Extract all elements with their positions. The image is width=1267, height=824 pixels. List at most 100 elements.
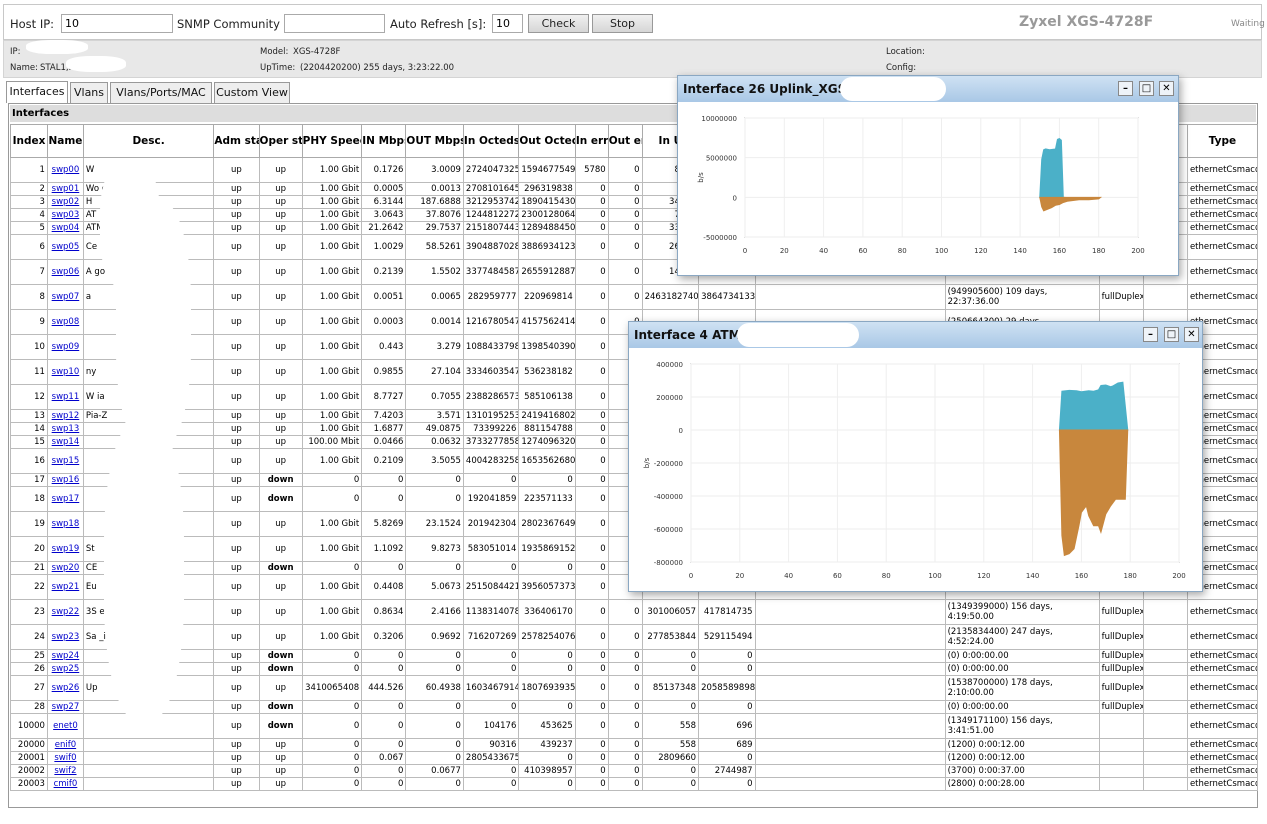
- interface-link[interactable]: swp18: [52, 519, 80, 529]
- cell-oper: down: [258, 486, 303, 512]
- chart-window-interface-4[interactable]: Interface 4 ATM – □ ✕ 0 20 40 60 80 100 120 140…: [628, 321, 1203, 592]
- interface-link[interactable]: swp23: [52, 632, 80, 642]
- interface-link[interactable]: swp04: [52, 223, 80, 233]
- interface-link[interactable]: swp00: [52, 165, 80, 175]
- interface-link[interactable]: swp21: [52, 582, 80, 592]
- interface-link[interactable]: swp24: [52, 651, 80, 661]
- cell-name: cmif0: [46, 777, 84, 791]
- interface-link[interactable]: swp17: [52, 494, 80, 504]
- interface-link[interactable]: swp27: [52, 702, 80, 712]
- close-icon[interactable]: ✕: [1184, 327, 1199, 342]
- auto-refresh-input[interactable]: [492, 14, 523, 33]
- cell-inerr: 0: [574, 221, 609, 235]
- interface-link[interactable]: swp07: [52, 292, 80, 302]
- interface-link[interactable]: swp11: [52, 392, 80, 402]
- interface-link[interactable]: cmif0: [54, 779, 78, 789]
- cell-name: swp20: [46, 561, 84, 575]
- cell-out: 0.0677: [405, 764, 464, 778]
- interface-link[interactable]: swp12: [52, 411, 80, 421]
- interface-link[interactable]: swp26: [52, 683, 80, 693]
- x-tick-label: 80: [898, 247, 907, 255]
- interface-link[interactable]: swp15: [52, 456, 80, 466]
- cell-outerr: 0: [607, 208, 643, 222]
- column-header-oper-stat[interactable]: Oper stat.: [258, 124, 303, 158]
- cell-speed: 1.00 Gbit: [301, 221, 363, 235]
- interface-link[interactable]: swif2: [54, 766, 76, 776]
- redaction-mark: [104, 420, 184, 720]
- column-header-adm-stat[interactable]: Adm stat.: [213, 124, 260, 158]
- interface-link[interactable]: swp01: [52, 184, 80, 194]
- interface-link[interactable]: swp03: [52, 210, 80, 220]
- cell-inerr: 0: [574, 448, 609, 474]
- cell-index: 18: [10, 486, 48, 512]
- column-header-desc[interactable]: Desc.: [82, 124, 215, 158]
- cell-inu: 301006057: [641, 599, 700, 625]
- window-title[interactable]: Interface 4 ATM: [629, 322, 1202, 348]
- column-header-phy-speed[interactable]: PHY Speed: [301, 124, 363, 158]
- cell-inerr: 0: [574, 649, 609, 663]
- interface-link[interactable]: swp02: [52, 197, 80, 207]
- cell-index: 2: [10, 182, 48, 196]
- interface-link[interactable]: swp14: [52, 437, 80, 447]
- column-header-in-err[interactable]: In err.: [574, 124, 609, 158]
- interface-link[interactable]: swp05: [52, 242, 80, 252]
- tab-vlans-ports-mac[interactable]: Vlans/Ports/MAC: [110, 82, 212, 103]
- column-header-type[interactable]: Type: [1186, 124, 1259, 158]
- interface-link[interactable]: swp13: [52, 424, 80, 434]
- interface-link[interactable]: swp09: [52, 342, 80, 352]
- model-value: XGS-4728F: [293, 47, 341, 57]
- column-header-out-octeds[interactable]: Out Octeds: [518, 124, 576, 158]
- tab-vlans[interactable]: Vlans: [70, 82, 108, 103]
- cell-duplex: [1098, 713, 1144, 739]
- column-header-name[interactable]: Name: [46, 124, 84, 158]
- stop-button[interactable]: Stop: [592, 14, 653, 33]
- maximize-icon[interactable]: □: [1139, 81, 1154, 96]
- interface-link[interactable]: swp10: [52, 367, 80, 377]
- check-button[interactable]: Check: [528, 14, 589, 33]
- interface-link[interactable]: swp20: [52, 563, 80, 573]
- cell-speed: 1.00 Gbit: [301, 157, 363, 183]
- cell-out: 9.8273: [405, 536, 464, 562]
- interface-link[interactable]: enif0: [55, 740, 76, 750]
- cell-duplex: fullDuplex: [1098, 675, 1144, 701]
- column-header-in-mbps[interactable]: IN Mbps: [361, 124, 407, 158]
- chart-window-interface-26[interactable]: Interface 26 Uplink_XGS_ – □ ✕ 0 20 40 60 80…: [677, 75, 1179, 276]
- column-header-out-err[interactable]: Out err.: [607, 124, 643, 158]
- interface-link[interactable]: swp16: [52, 475, 80, 485]
- cell-duplex: [1098, 777, 1144, 791]
- cell-outo: 2802367649: [518, 511, 576, 537]
- cell-index: 20001: [10, 751, 48, 765]
- cell-inerr: 0: [574, 259, 609, 285]
- x-tick-label: 180: [1124, 572, 1137, 580]
- column-header-in-octeds[interactable]: In Octeds: [462, 124, 520, 158]
- snmp-community-input[interactable]: [284, 14, 385, 33]
- tab-interfaces[interactable]: Interfaces: [6, 81, 68, 103]
- interface-link[interactable]: swp19: [52, 544, 80, 554]
- interface-link[interactable]: swp22: [52, 607, 80, 617]
- y-tick-label: -200000: [654, 460, 683, 468]
- tab-custom-view[interactable]: Custom View: [214, 82, 290, 103]
- cell-in: 0.0466: [361, 435, 407, 449]
- cell-adm: up: [213, 624, 260, 650]
- interface-link[interactable]: swp06: [52, 267, 80, 277]
- interface-link[interactable]: swp25: [52, 664, 80, 674]
- close-icon[interactable]: ✕: [1159, 81, 1174, 96]
- cell-adm: up: [213, 574, 260, 600]
- host-ip-input[interactable]: [61, 14, 173, 33]
- cell-out: 3.5055: [405, 448, 464, 474]
- minimize-icon[interactable]: –: [1118, 81, 1133, 96]
- cell-index: 20000: [10, 738, 48, 752]
- minimize-icon[interactable]: –: [1143, 327, 1158, 342]
- y-tick-label: -400000: [654, 493, 683, 501]
- cell-speed: 100.00 Mbit: [301, 435, 363, 449]
- interface-link[interactable]: enet0: [53, 721, 78, 731]
- column-header-index[interactable]: Index: [10, 124, 48, 158]
- column-header-out-mbps[interactable]: OUT Mbps: [405, 124, 464, 158]
- cell-adm: up: [213, 409, 260, 423]
- interface-link[interactable]: swif0: [54, 753, 76, 763]
- maximize-icon[interactable]: □: [1164, 327, 1179, 342]
- interface-link[interactable]: swp08: [52, 317, 80, 327]
- cell-inu: 2463182740: [641, 284, 700, 310]
- cell-name: swif0: [46, 751, 84, 765]
- cell-out: 2.4166: [405, 599, 464, 625]
